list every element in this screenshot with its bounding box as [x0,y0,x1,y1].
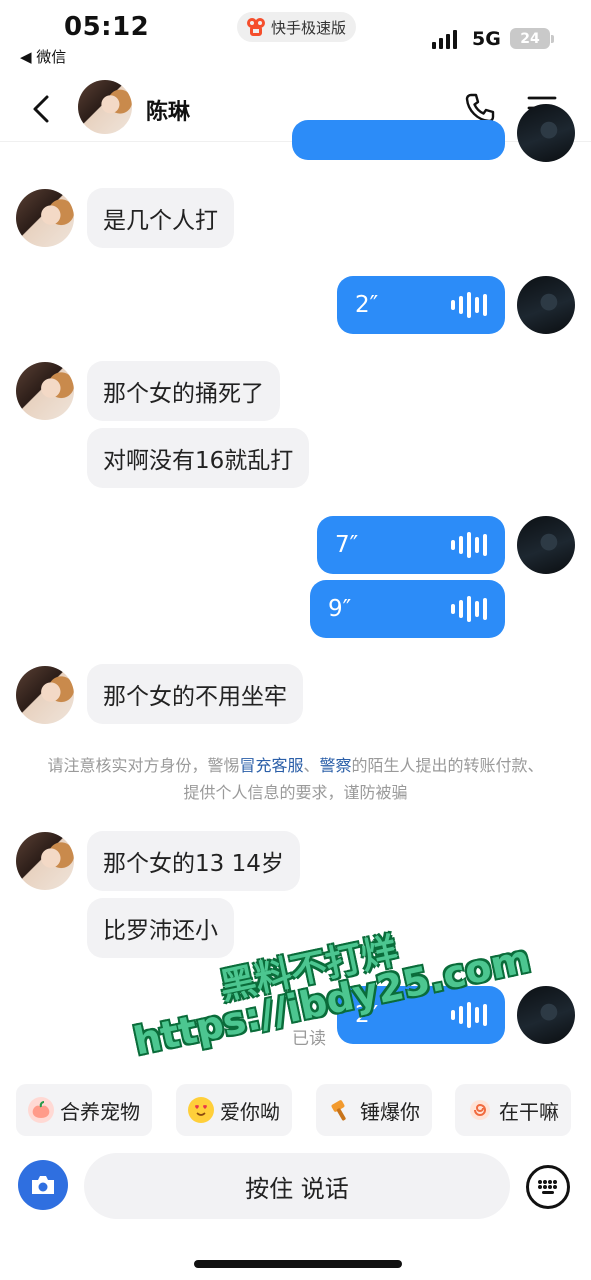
camera-button[interactable] [18,1160,68,1210]
incoming-message[interactable]: 那个女的13 14岁 [87,831,300,891]
hold-to-talk-label: 按住 说话 [245,1174,349,1203]
quick-reply-chip[interactable]: 爱你呦 [176,1084,292,1136]
swirl-icon [467,1097,493,1123]
incoming-message[interactable]: 那个女的捅死了 [87,361,280,421]
hammer-icon [328,1097,354,1123]
voice-duration: 2″ [355,292,379,318]
incoming-message[interactable]: 是几个人打 [87,188,234,248]
back-button[interactable] [22,90,60,128]
camera-icon [32,1176,54,1194]
peach-icon [28,1097,54,1123]
status-time: 05:12 [64,12,150,42]
sound-wave-icon [451,596,487,622]
back-to-wechat-link[interactable]: ◀ 微信 [20,46,66,67]
voice-duration: 9″ [328,596,352,622]
my-avatar[interactable] [517,986,575,1044]
notice-highlight[interactable]: 冒充客服 [239,756,303,775]
contact-message-avatar[interactable] [16,832,74,890]
app-pill-label: 快手极速版 [271,18,347,37]
quick-reply-chip[interactable]: 锤爆你 [316,1084,432,1136]
notice-text: 请注意核实对方身份，警惕 [47,756,240,775]
status-bar: 05:12 ◀ 微信 快手极速版 5G 24 [0,0,591,76]
quick-reply-label: 合养宠物 [60,1099,140,1124]
quick-reply-label: 爱你呦 [220,1099,280,1124]
quick-reply-chip[interactable]: 合养宠物 [16,1084,152,1136]
voice-message[interactable]: 9″ [310,580,505,638]
incoming-message[interactable]: 对啊没有16就乱打 [87,428,310,488]
contact-name: 陈琳 [146,100,191,125]
battery-level: 24 [520,30,540,47]
contact-message-avatar[interactable] [16,362,74,420]
voice-duration: 7″ [335,532,359,558]
voice-message[interactable]: 7″ [317,516,505,574]
quick-reply-label: 在干嘛 [499,1099,559,1124]
hold-to-talk-button[interactable]: 按住 说话 [84,1153,510,1219]
signal-icon [432,30,457,49]
app-pill[interactable]: 快手极速版 [237,12,357,42]
my-avatar[interactable] [517,104,575,162]
quick-reply-chip[interactable]: 在干嘛 [455,1084,571,1136]
sound-wave-icon [451,532,487,558]
contact-avatar[interactable] [78,80,132,134]
contact-message-avatar[interactable] [16,189,74,247]
quick-reply-label: 锤爆你 [360,1099,420,1124]
my-avatar[interactable] [517,516,575,574]
sound-wave-icon [451,292,487,318]
my-avatar[interactable] [517,276,575,334]
notice-highlight[interactable]: 警察 [320,756,352,775]
battery-icon: 24 [510,28,550,49]
love-face-icon [188,1097,214,1123]
incoming-message[interactable]: 那个女的不用坐牢 [87,664,303,724]
keyboard-icon [538,1180,557,1194]
sound-wave-icon [451,1002,487,1028]
notice-text: 、 [303,756,320,775]
chevron-left-icon [33,95,49,123]
voice-message[interactable]: 2″ [337,276,505,334]
safety-notice: 请注意核实对方身份，警惕冒充客服、警察的陌生人提出的转账付款、提供个人信息的要求… [40,752,551,806]
incoming-message[interactable]: 比罗沛还小 [87,898,234,958]
contact-message-avatar[interactable] [16,666,74,724]
battery-tip [551,35,554,43]
keyboard-toggle-button[interactable] [526,1165,570,1209]
network-type: 5G [472,28,501,50]
voice-message-partial[interactable] [292,120,505,160]
home-indicator[interactable] [194,1260,402,1268]
kuaishou-logo-icon [247,18,265,36]
